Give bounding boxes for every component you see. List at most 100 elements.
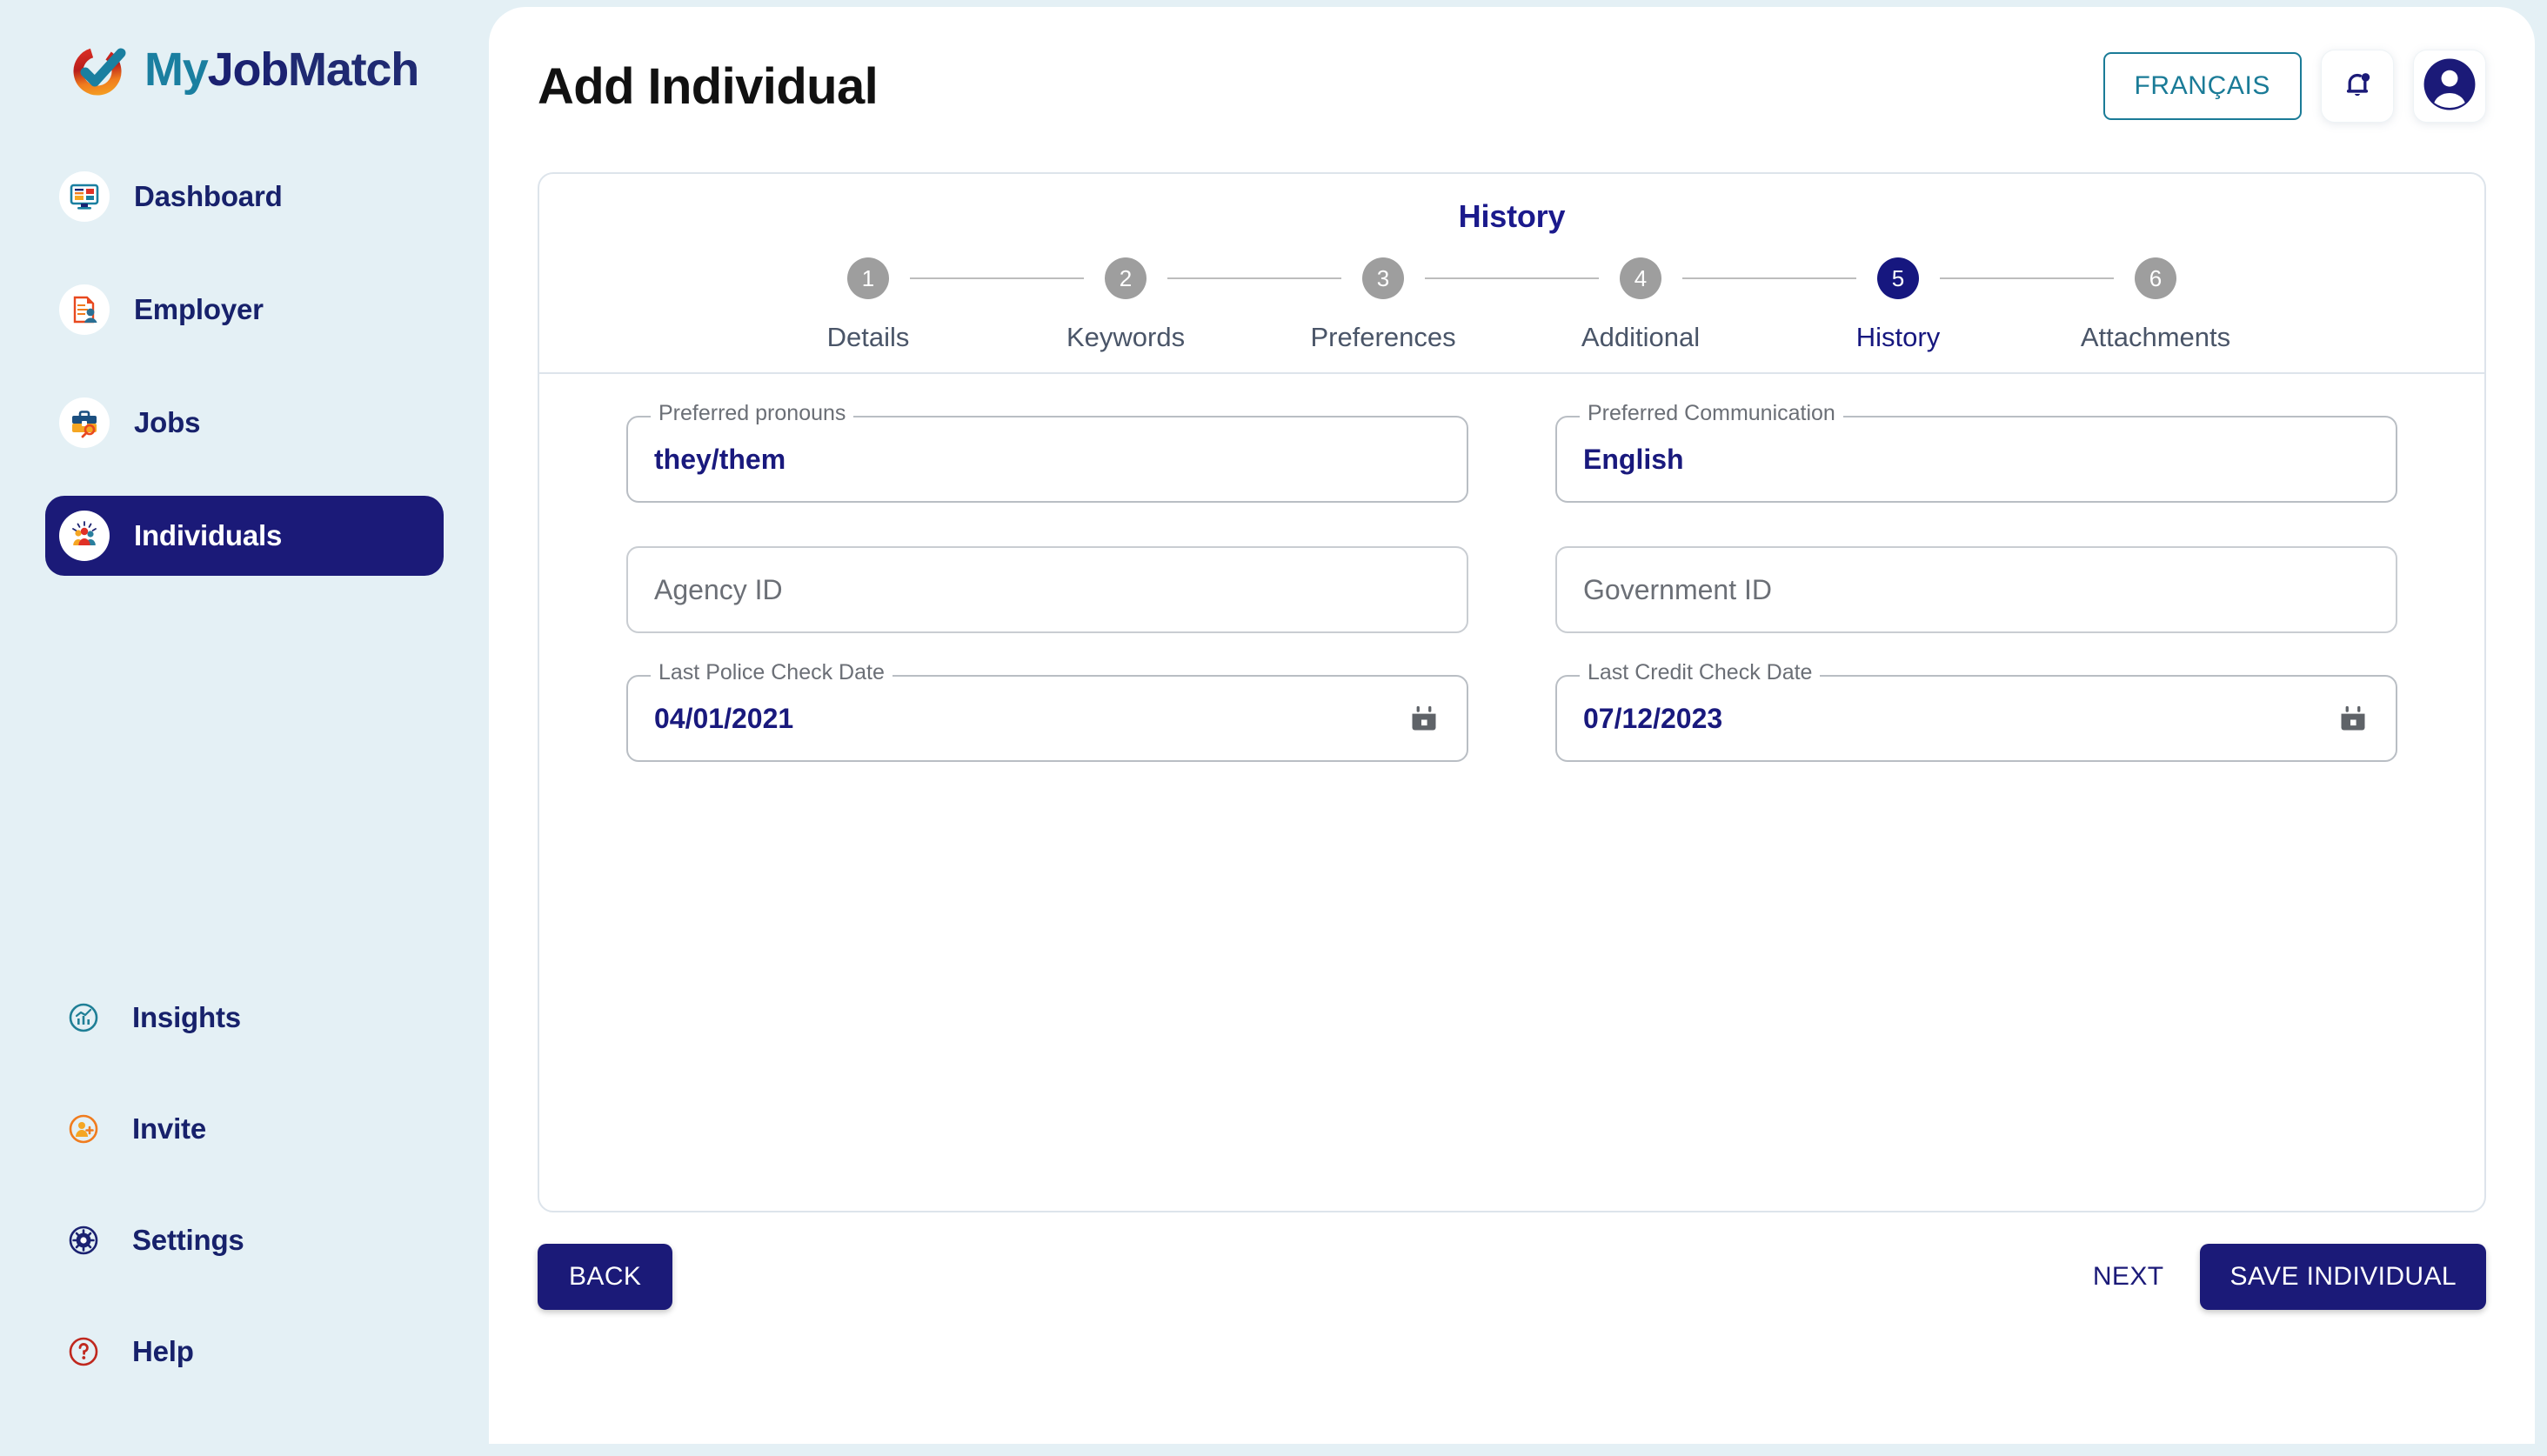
step-keywords[interactable]: 2 Keywords — [1066, 257, 1185, 353]
sidebar-item-label: Insights — [132, 1001, 241, 1033]
field-government-id[interactable]: Government ID — [1555, 546, 2397, 633]
sidebar-item-label: Jobs — [134, 406, 201, 438]
person-add-icon — [59, 1105, 108, 1153]
step-number: 5 — [1877, 257, 1919, 299]
step-number: 4 — [1620, 257, 1661, 299]
save-individual-button[interactable]: SAVE INDIVIDUAL — [2200, 1244, 2486, 1310]
form-row-3: Last Police Check Date 04/01/2021 Last C… — [626, 660, 2397, 762]
monitor-dashboard-icon — [59, 171, 110, 222]
chart-circle-icon — [59, 993, 108, 1042]
sidebar-item-label: Settings — [132, 1224, 244, 1256]
footer-right-actions: NEXT SAVE INDIVIDUAL — [2093, 1244, 2486, 1310]
brand-logo[interactable]: MyJobMatch — [0, 0, 489, 103]
app-root: MyJobMatch Dashboard Employer Jobs Indiv… — [0, 0, 2547, 1456]
step-details[interactable]: 1 Details — [826, 257, 910, 353]
step-attachments[interactable]: 6 Attachments — [2081, 257, 2230, 353]
brand-name: MyJobMatch — [144, 43, 419, 97]
field-preferred-communication[interactable]: Preferred Communication English — [1555, 401, 2397, 503]
step-connector — [910, 277, 1084, 279]
sidebar-item-label: Invite — [132, 1112, 206, 1145]
field-value: they/them — [654, 443, 786, 475]
page-header: Add Individual FRANÇAIS — [489, 7, 2535, 165]
step-label: History — [1855, 322, 1941, 352]
field-last-police-check-date[interactable]: Last Police Check Date 04/01/2021 — [626, 660, 1468, 762]
input-box[interactable]: Government ID — [1555, 546, 2397, 633]
step-number: 3 — [1362, 257, 1404, 299]
field-value: 07/12/2023 — [1583, 702, 1723, 734]
gear-icon — [59, 1216, 108, 1265]
step-number: 2 — [1105, 257, 1146, 299]
main-content-card: Add Individual FRANÇAIS History 1 Detail… — [489, 7, 2535, 1444]
language-toggle-button[interactable]: FRANÇAIS — [2102, 52, 2302, 120]
field-preferred-pronouns[interactable]: Preferred pronouns they/them — [626, 401, 1468, 503]
field-label: Preferred Communication — [1580, 401, 1843, 426]
step-preferences[interactable]: 3 Preferences — [1310, 257, 1456, 353]
step-number: 1 — [847, 257, 889, 299]
input-box[interactable]: 04/01/2021 — [626, 675, 1468, 762]
wizard-stepper: History 1 Details 2 Keywords 3 Preferenc… — [539, 174, 2484, 374]
field-label: Last Credit Check Date — [1580, 660, 1821, 685]
group-people-icon — [59, 511, 110, 561]
field-last-credit-check-date[interactable]: Last Credit Check Date 07/12/2023 — [1555, 660, 2397, 762]
sidebar-item-dashboard[interactable]: Dashboard — [45, 157, 444, 237]
sidebar-item-insights[interactable]: Insights — [45, 983, 444, 1052]
page-title: Add Individual — [538, 57, 879, 115]
question-mark-icon — [59, 1327, 108, 1376]
brand-my: My — [144, 43, 209, 96]
sidebar-item-individuals[interactable]: Individuals — [45, 496, 444, 576]
field-label: Preferred pronouns — [651, 401, 854, 426]
step-connector — [1167, 277, 1341, 279]
step-label: Preferences — [1310, 322, 1456, 352]
sidebar-item-label: Employer — [134, 293, 264, 325]
field-agency-id[interactable]: Agency ID — [626, 546, 1468, 633]
step-connector — [1425, 277, 1599, 279]
notifications-button[interactable] — [2321, 50, 2394, 123]
sidebar-item-label: Individuals — [134, 519, 283, 551]
form-body: Preferred pronouns they/them Preferred C… — [539, 374, 2484, 1211]
form-row-1: Preferred pronouns they/them Preferred C… — [626, 401, 2397, 503]
document-person-icon — [59, 284, 110, 335]
field-value: 04/01/2021 — [654, 702, 794, 734]
sidebar-item-label: Dashboard — [134, 180, 283, 212]
step-additional[interactable]: 4 Additional — [1581, 257, 1700, 353]
sidebar: MyJobMatch Dashboard Employer Jobs Indiv… — [0, 0, 489, 1456]
sidebar-nav-primary: Dashboard Employer Jobs Individuals — [0, 157, 489, 576]
input-box[interactable]: 07/12/2023 — [1555, 675, 2397, 762]
user-avatar-icon — [2423, 57, 2477, 116]
step-connector — [1682, 277, 1856, 279]
step-history[interactable]: 5 History — [1856, 257, 1940, 353]
brand-job: Job — [207, 43, 290, 96]
step-list: 1 Details 2 Keywords 3 Preferences 4 Add… — [539, 257, 2484, 353]
step-label: Additional — [1581, 322, 1701, 352]
briefcase-search-icon — [59, 397, 110, 448]
next-button[interactable]: NEXT — [2093, 1262, 2164, 1292]
field-value: English — [1583, 443, 1684, 475]
bell-icon — [2338, 65, 2377, 108]
step-number: 6 — [2135, 257, 2176, 299]
sidebar-nav-secondary: Insights Invite Settings Help — [0, 983, 489, 1428]
sidebar-item-employer[interactable]: Employer — [45, 270, 444, 350]
field-label: Last Police Check Date — [651, 660, 892, 685]
step-label: Keywords — [1066, 322, 1186, 352]
input-box[interactable]: they/them — [626, 416, 1468, 503]
back-button[interactable]: BACK — [538, 1244, 673, 1310]
step-label: Attachments — [2080, 322, 2231, 352]
field-placeholder: Agency ID — [654, 573, 783, 605]
wizard-panel: History 1 Details 2 Keywords 3 Preferenc… — [538, 172, 2486, 1212]
sidebar-item-invite[interactable]: Invite — [45, 1094, 444, 1164]
calendar-icon[interactable] — [2336, 702, 2370, 735]
sidebar-item-label: Help — [132, 1335, 194, 1367]
input-box[interactable]: Agency ID — [626, 546, 1468, 633]
sidebar-item-help[interactable]: Help — [45, 1317, 444, 1386]
calendar-icon[interactable] — [1407, 702, 1441, 735]
input-box[interactable]: English — [1555, 416, 2397, 503]
sidebar-item-jobs[interactable]: Jobs — [45, 383, 444, 463]
current-step-title: History — [1458, 198, 1566, 234]
brand-match: Match — [288, 43, 419, 96]
step-connector — [1940, 277, 2114, 279]
wizard-footer: BACK NEXT SAVE INDIVIDUAL — [489, 1212, 2535, 1317]
user-avatar-button[interactable] — [2413, 50, 2486, 123]
sidebar-item-settings[interactable]: Settings — [45, 1206, 444, 1275]
form-row-2: Agency ID Government ID — [626, 546, 2397, 633]
field-placeholder: Government ID — [1583, 573, 1772, 605]
